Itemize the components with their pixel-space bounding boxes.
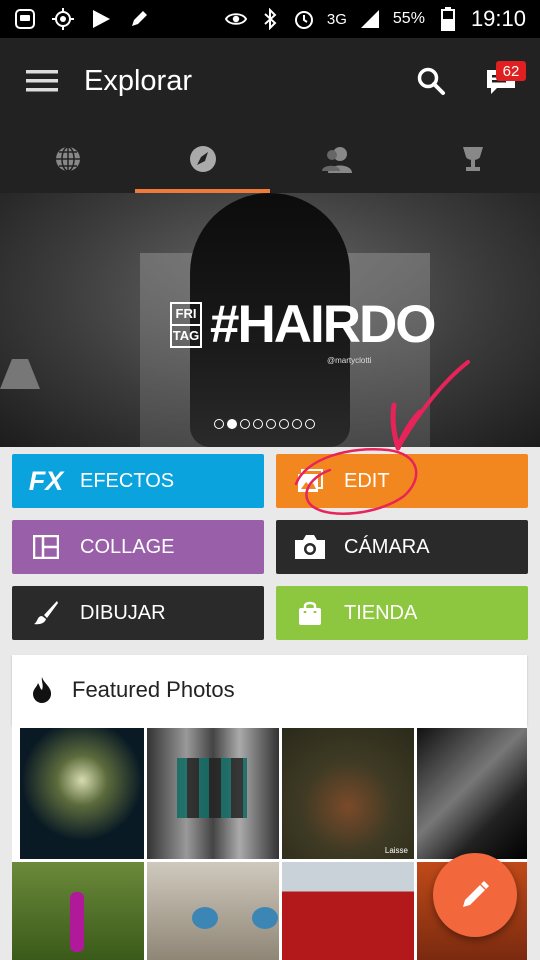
people-icon [321, 146, 352, 173]
photo-mirror-street[interactable] [147, 728, 279, 859]
battery-percent: 55% [392, 10, 425, 27]
globe-icon [55, 145, 80, 172]
tab-following[interactable] [270, 124, 405, 193]
collage-label: COLLAGE [80, 535, 175, 558]
eye-icon [224, 8, 247, 30]
carousel-dot[interactable] [266, 419, 276, 429]
photo-credit: Laisse [384, 846, 408, 855]
compass-icon [189, 145, 216, 172]
camera-button[interactable]: CÁMARA [276, 520, 528, 574]
trophy-icon [462, 146, 483, 171]
collage-button[interactable]: COLLAGE [12, 520, 264, 574]
menu-icon [26, 70, 58, 92]
pencil-icon [463, 881, 489, 907]
tab-bar [0, 124, 540, 193]
notification-badge: 62 [496, 61, 526, 81]
carousel-dot[interactable] [227, 419, 237, 429]
draw-label: DIBUJAR [80, 601, 166, 624]
signal-icon [359, 8, 381, 30]
page-title: Explorar [84, 64, 192, 97]
menu-button[interactable] [0, 38, 84, 124]
tab-explore[interactable] [135, 124, 270, 193]
shop-button[interactable]: TIENDA [276, 586, 528, 640]
featured-banner[interactable]: FRI TAG #HAIRDO @martyclotti [0, 193, 540, 447]
banner-lamp [0, 359, 40, 389]
banner-handle: @martyclotti [327, 356, 372, 365]
efectos-label: EFECTOS [80, 469, 175, 492]
search-button[interactable] [406, 56, 456, 106]
network-type: 3G [326, 10, 347, 28]
carousel-dot[interactable] [292, 419, 302, 429]
alarm-icon [293, 8, 315, 30]
status-bar: 3G 55% 19:10 [0, 0, 540, 38]
image-edit-icon [276, 469, 344, 493]
carousel-indicator [214, 419, 315, 429]
carousel-dot[interactable] [253, 419, 263, 429]
carousel-dot[interactable] [305, 419, 315, 429]
shopping-bag-icon [276, 600, 344, 626]
camera-label: CÁMARA [344, 535, 430, 558]
photo-flowers[interactable] [20, 728, 144, 859]
photo-purple-flower[interactable] [12, 862, 144, 960]
brush-icon [12, 600, 80, 626]
featured-photos-title: Featured Photos [72, 677, 235, 702]
battery-icon [437, 7, 459, 31]
clock: 19:10 [470, 6, 526, 31]
play-icon [90, 8, 112, 30]
fritag-logo: FRI TAG [170, 302, 202, 348]
screen: 3G 55% 19:10 Explorar 62 FRI TAG #HAIRDO… [0, 0, 540, 960]
create-fab[interactable] [433, 853, 517, 937]
featured-photos-header[interactable]: Featured Photos [12, 655, 527, 725]
carousel-dot[interactable] [240, 419, 250, 429]
photo-dried-flower[interactable]: Laisse [282, 728, 414, 859]
photo-cat[interactable] [147, 862, 279, 960]
fx-icon: FX [28, 465, 64, 496]
carousel-dot[interactable] [214, 419, 224, 429]
camera-icon [276, 534, 344, 560]
flame-icon [12, 676, 72, 704]
banner-hashtag: #HAIRDO [210, 295, 437, 354]
shop-label: TIENDA [344, 601, 418, 624]
tab-world[interactable] [0, 124, 135, 193]
search-icon [417, 67, 445, 95]
photo-red-object[interactable] [282, 862, 414, 960]
carousel-dot[interactable] [279, 419, 289, 429]
draw-button[interactable]: DIBUJAR [12, 586, 264, 640]
app-bar: Explorar [0, 38, 540, 124]
collage-icon [12, 535, 80, 559]
gps-icon [52, 8, 74, 30]
efectos-button[interactable]: FX EFECTOS [12, 454, 264, 508]
app-notification-icon [14, 8, 36, 30]
tab-contests[interactable] [405, 124, 540, 193]
photo-hands[interactable] [417, 728, 527, 859]
edit-icon [128, 8, 150, 30]
bluetooth-icon [259, 8, 281, 30]
edit-label: EDIT [344, 469, 390, 492]
edit-button[interactable]: EDIT [276, 454, 528, 508]
